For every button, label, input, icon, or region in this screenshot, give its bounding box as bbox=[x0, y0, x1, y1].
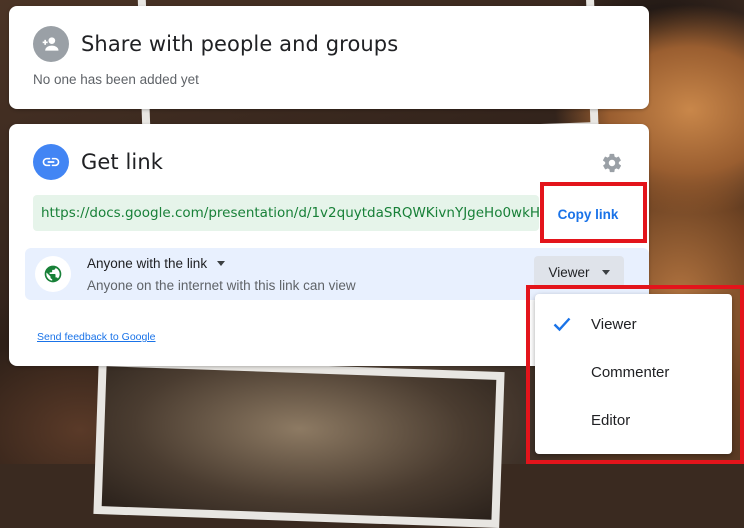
globe-icon bbox=[35, 256, 71, 292]
highlight-box-copy-link bbox=[540, 182, 647, 243]
share-people-card: Share with people and groups No one has … bbox=[9, 6, 649, 109]
send-feedback-link[interactable]: Send feedback to Google bbox=[37, 331, 156, 343]
share-title: Share with people and groups bbox=[81, 32, 399, 56]
access-level-dropdown[interactable]: Anyone with the link bbox=[87, 256, 226, 271]
highlight-box-role-menu bbox=[526, 285, 744, 464]
access-description: Anyone on the internet with this link ca… bbox=[87, 278, 356, 293]
link-url-text: https://docs.google.com/presentation/d/1… bbox=[41, 205, 539, 221]
background-photo-frame bbox=[93, 357, 505, 528]
role-dropdown-button[interactable]: Viewer bbox=[534, 256, 624, 288]
link-url-field[interactable]: https://docs.google.com/presentation/d/1… bbox=[33, 195, 539, 231]
access-level-label: Anyone with the link bbox=[87, 256, 208, 271]
gear-icon[interactable] bbox=[599, 150, 625, 176]
link-icon bbox=[33, 144, 69, 180]
role-dropdown-label: Viewer bbox=[548, 264, 590, 280]
caret-down-icon bbox=[217, 261, 226, 266]
get-link-title: Get link bbox=[81, 150, 164, 174]
share-status-text: No one has been added yet bbox=[33, 72, 199, 87]
person-add-icon bbox=[33, 26, 69, 62]
caret-down-icon bbox=[601, 269, 610, 275]
